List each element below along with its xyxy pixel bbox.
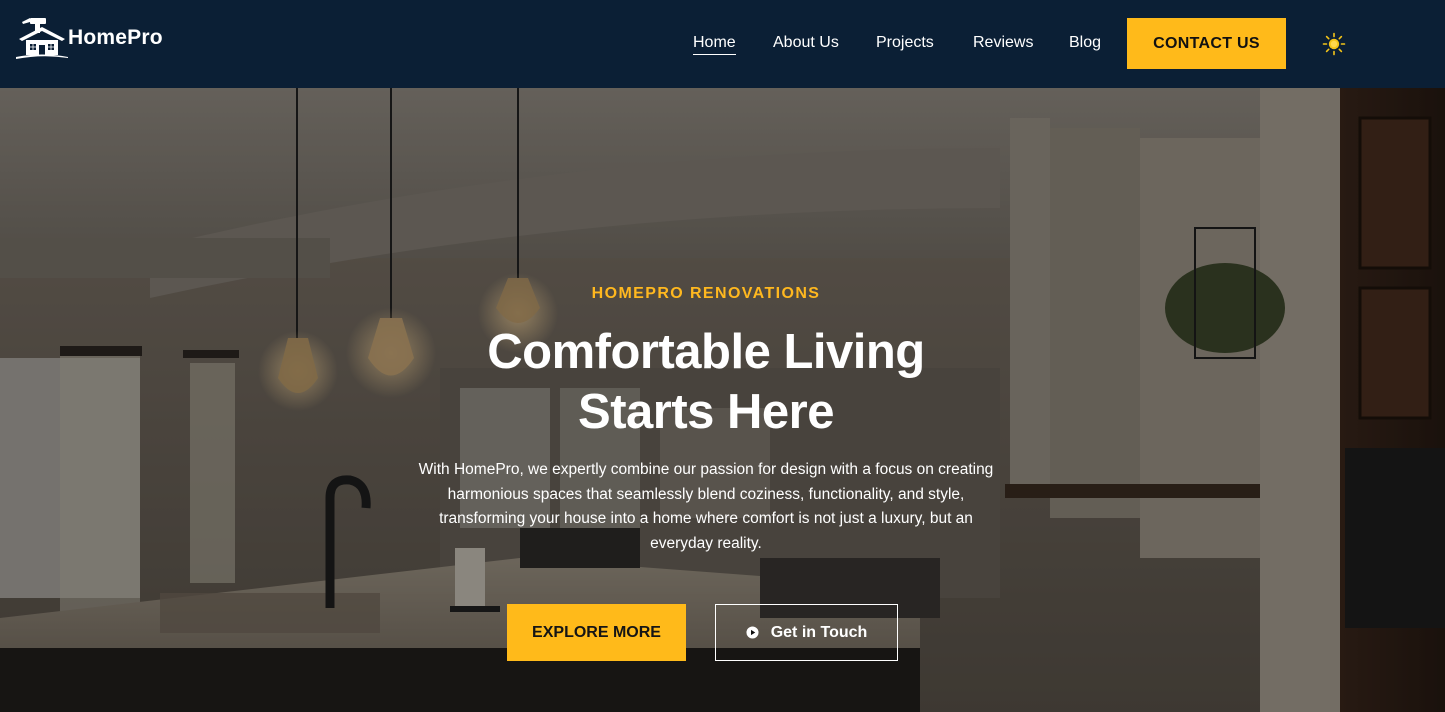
nav-blog[interactable]: Blog <box>1069 34 1101 52</box>
explore-more-button[interactable]: EXPLORE MORE <box>507 604 686 661</box>
contact-us-button[interactable]: CONTACT US <box>1127 18 1286 69</box>
hero-eyebrow: HOMEPRO RENOVATIONS <box>591 285 821 302</box>
brand-name: HomePro <box>68 26 163 49</box>
nav-projects[interactable]: Projects <box>876 34 934 52</box>
hero-title-line-1: Comfortable Living <box>487 325 925 379</box>
site-header: HomePro Home About Us Projects Reviews B… <box>0 0 1445 88</box>
brand-logo[interactable]: HomePro <box>16 16 163 60</box>
house-hammer-icon <box>16 18 68 59</box>
hero-title: Comfortable Living Starts Here <box>406 322 1006 442</box>
get-in-touch-label: Get in Touch <box>770 623 868 641</box>
play-circle-icon <box>746 626 759 639</box>
sun-icon[interactable] <box>1322 32 1346 56</box>
hero-section: HOMEPRO RENOVATIONS Comfortable Living S… <box>0 88 1445 712</box>
nav-home[interactable]: Home <box>693 34 736 55</box>
nav-reviews[interactable]: Reviews <box>973 34 1033 52</box>
hero-title-line-2: Starts Here <box>578 385 834 439</box>
get-in-touch-button[interactable]: Get in Touch <box>715 604 898 661</box>
hero-description: With HomePro, we expertly combine our pa… <box>418 461 994 552</box>
nav-about-us[interactable]: About Us <box>773 34 839 52</box>
